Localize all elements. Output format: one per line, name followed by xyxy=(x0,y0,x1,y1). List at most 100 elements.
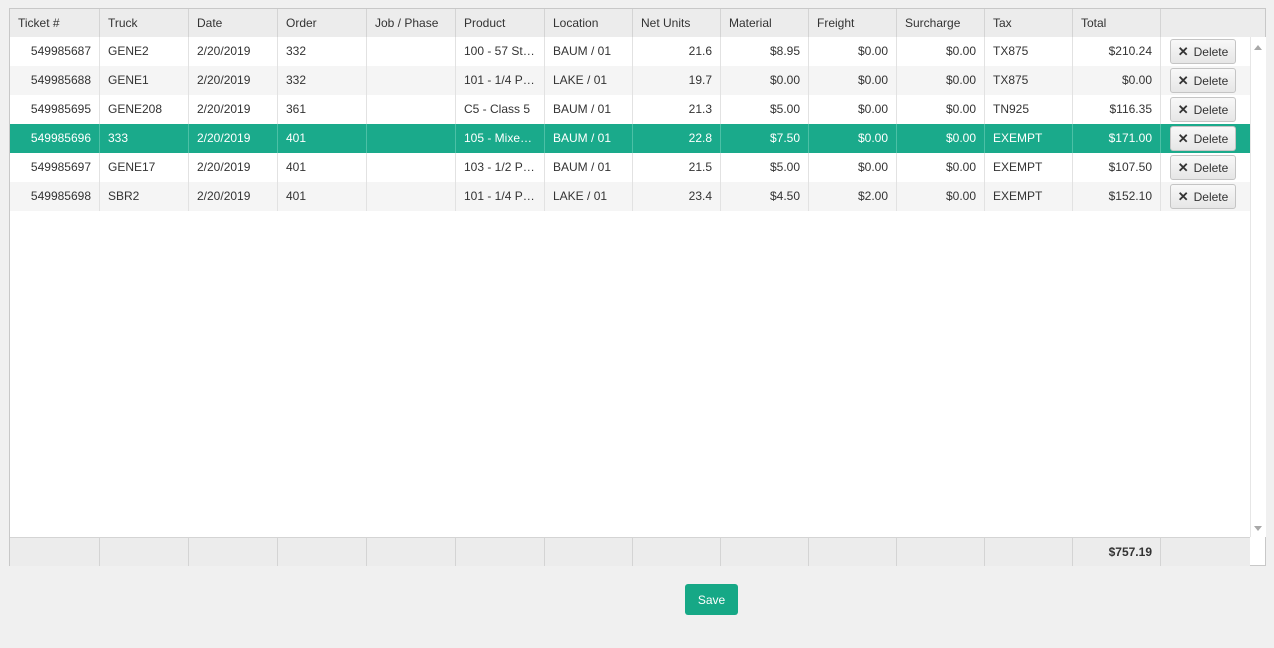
save-button[interactable]: Save xyxy=(685,584,738,615)
tax-cell: EXEMPT xyxy=(985,182,1073,211)
freight-cell: $0.00 xyxy=(809,95,897,124)
grid-footer: $757.19 xyxy=(10,537,1250,566)
product-cell: C5 - Class 5 xyxy=(456,95,545,124)
surcharge-cell: $0.00 xyxy=(897,124,985,153)
scroll-up-arrow-icon[interactable] xyxy=(1254,45,1262,50)
scroll-down-arrow-icon[interactable] xyxy=(1254,526,1262,531)
truck-cell: GENE2 xyxy=(100,37,189,66)
footer-cell xyxy=(10,538,100,566)
close-icon: ✕ xyxy=(1177,131,1189,146)
ticket-cell: 549985698 xyxy=(10,182,100,211)
net-units-cell: 21.3 xyxy=(633,95,721,124)
footer-cell xyxy=(189,538,278,566)
freight-cell: $0.00 xyxy=(809,124,897,153)
material-cell: $4.50 xyxy=(721,182,809,211)
delete-label: Delete xyxy=(1193,160,1229,175)
delete-button[interactable]: ✕ Delete xyxy=(1170,184,1236,209)
tickets-grid: Ticket # Truck Date Order Job / Phase Pr… xyxy=(9,8,1266,566)
total-cell: $116.35 xyxy=(1073,95,1161,124)
delete-button[interactable]: ✕ Delete xyxy=(1170,155,1236,180)
truck-cell: GENE17 xyxy=(100,153,189,182)
truck-cell: 333 xyxy=(100,124,189,153)
footer-cell xyxy=(545,538,633,566)
net-units-cell: 19.7 xyxy=(633,66,721,95)
material-cell: $5.00 xyxy=(721,153,809,182)
truck-cell: GENE1 xyxy=(100,66,189,95)
ticket-cell: 549985687 xyxy=(10,37,100,66)
close-icon: ✕ xyxy=(1177,44,1189,59)
footer-cell xyxy=(897,538,985,566)
table-row[interactable]: 549985688 GENE1 2/20/2019 332 101 - 1/4 Pea … xyxy=(10,66,1250,95)
footer-cell xyxy=(809,538,897,566)
tax-cell: EXEMPT xyxy=(985,153,1073,182)
ticket-cell: 549985695 xyxy=(10,95,100,124)
job-phase-cell xyxy=(367,37,456,66)
location-cell: BAUM / 01 xyxy=(545,124,633,153)
close-icon: ✕ xyxy=(1177,73,1189,88)
column-header-net-units[interactable]: Net Units xyxy=(633,9,721,37)
column-header-order[interactable]: Order xyxy=(278,9,367,37)
freight-cell: $0.00 xyxy=(809,153,897,182)
order-cell: 401 xyxy=(278,182,367,211)
table-row[interactable]: 549985695 GENE208 2/20/2019 361 C5 - Class 5… xyxy=(10,95,1250,124)
surcharge-cell: $0.00 xyxy=(897,153,985,182)
column-header-job-phase[interactable]: Job / Phase xyxy=(367,9,456,37)
column-header-total[interactable]: Total xyxy=(1073,9,1161,37)
net-units-cell: 21.6 xyxy=(633,37,721,66)
date-cell: 2/20/2019 xyxy=(189,95,278,124)
material-cell: $5.00 xyxy=(721,95,809,124)
ticket-cell: 549985697 xyxy=(10,153,100,182)
actions-cell: ✕ Delete xyxy=(1161,124,1250,153)
table-row[interactable]: 549985697 GENE17 2/20/2019 401 103 - 1/2 Pea… xyxy=(10,153,1250,182)
column-header-product[interactable]: Product xyxy=(456,9,545,37)
footer-cell xyxy=(367,538,456,566)
date-cell: 2/20/2019 xyxy=(189,37,278,66)
job-phase-cell xyxy=(367,95,456,124)
column-header-location[interactable]: Location xyxy=(545,9,633,37)
footer-cell xyxy=(456,538,545,566)
order-cell: 401 xyxy=(278,153,367,182)
delete-label: Delete xyxy=(1193,102,1229,117)
grid-header: Ticket # Truck Date Order Job / Phase Pr… xyxy=(10,9,1250,38)
column-header-surcharge[interactable]: Surcharge xyxy=(897,9,985,37)
delete-button[interactable]: ✕ Delete xyxy=(1170,68,1236,93)
order-cell: 332 xyxy=(278,66,367,95)
vertical-scrollbar[interactable] xyxy=(1250,37,1266,537)
column-header-actions xyxy=(1161,9,1250,37)
close-icon: ✕ xyxy=(1177,160,1189,175)
location-cell: LAKE / 01 xyxy=(545,66,633,95)
ticket-cell: 549985696 xyxy=(10,124,100,153)
delete-button[interactable]: ✕ Delete xyxy=(1170,126,1236,151)
freight-cell: $0.00 xyxy=(809,66,897,95)
location-cell: BAUM / 01 xyxy=(545,37,633,66)
table-row[interactable]: 549985687 GENE2 2/20/2019 332 100 - 57 Stone… xyxy=(10,37,1250,66)
order-cell: 401 xyxy=(278,124,367,153)
delete-button[interactable]: ✕ Delete xyxy=(1170,39,1236,64)
surcharge-cell: $0.00 xyxy=(897,182,985,211)
surcharge-cell: $0.00 xyxy=(897,66,985,95)
actions-cell: ✕ Delete xyxy=(1161,182,1250,211)
tax-cell: TN925 xyxy=(985,95,1073,124)
table-row[interactable]: 549985698SBR22/20/2019401 101 - 1/4 Pea G… xyxy=(10,182,1250,211)
column-header-tax[interactable]: Tax xyxy=(985,9,1073,37)
product-cell: 101 - 1/4 Pea Gravel xyxy=(456,182,545,211)
footer-cell xyxy=(985,538,1073,566)
column-header-truck[interactable]: Truck xyxy=(100,9,189,37)
column-header-material[interactable]: Material xyxy=(721,9,809,37)
net-units-cell: 23.4 xyxy=(633,182,721,211)
column-header-ticket[interactable]: Ticket # xyxy=(10,9,100,37)
total-cell: $0.00 xyxy=(1073,66,1161,95)
total-cell: $171.00 xyxy=(1073,124,1161,153)
table-row[interactable]: 5499856963332/20/2019401 105 - Mixed Rock… xyxy=(10,124,1250,153)
freight-cell: $2.00 xyxy=(809,182,897,211)
delete-label: Delete xyxy=(1193,189,1229,204)
product-cell: 100 - 57 Stone xyxy=(456,37,545,66)
total-cell: $152.10 xyxy=(1073,182,1161,211)
truck-cell: SBR2 xyxy=(100,182,189,211)
column-header-freight[interactable]: Freight xyxy=(809,9,897,37)
order-cell: 361 xyxy=(278,95,367,124)
column-header-date[interactable]: Date xyxy=(189,9,278,37)
delete-button[interactable]: ✕ Delete xyxy=(1170,97,1236,122)
ticket-cell: 549985688 xyxy=(10,66,100,95)
footer-cell xyxy=(100,538,189,566)
